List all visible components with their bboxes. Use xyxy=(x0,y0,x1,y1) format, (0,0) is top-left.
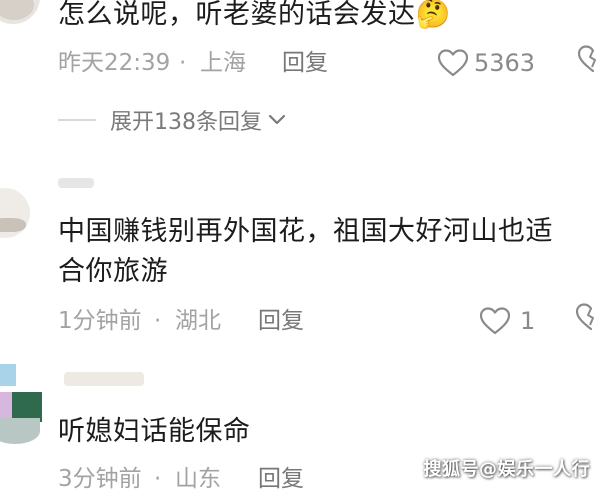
comment-text: 听媳妇话能保命 xyxy=(58,416,251,447)
reply-button[interactable]: 回复 xyxy=(258,461,304,497)
divider xyxy=(58,119,96,121)
dislike-heart-icon[interactable] xyxy=(575,303,602,342)
comment-time: 昨天22:39 xyxy=(58,50,171,76)
like-button[interactable]: 1 xyxy=(480,303,535,339)
comment-meta: 昨天22:39 · 上海 回复 5363 xyxy=(58,45,602,81)
comment-text: 怎么说呢，听老婆的话会发达🤔 xyxy=(58,0,451,35)
watermark: 搜狐号@娱乐一人行 xyxy=(423,459,590,480)
expand-replies-label: 展开138条回复 xyxy=(110,110,262,135)
reply-button[interactable]: 回复 xyxy=(282,45,328,81)
meta-separator: · xyxy=(179,50,187,76)
reply-button[interactable]: 回复 xyxy=(258,303,304,339)
comment-location: 山东 xyxy=(175,466,221,492)
comment-location: 上海 xyxy=(200,50,246,76)
like-count: 5363 xyxy=(474,49,536,77)
avatar[interactable] xyxy=(0,364,46,444)
avatar[interactable] xyxy=(0,0,40,24)
like-count: 1 xyxy=(520,307,536,335)
username-blurred[interactable] xyxy=(64,372,144,386)
expand-replies-button[interactable]: 展开138条回复 xyxy=(58,103,286,137)
comment-item: 中国赚钱别再外国花，祖国大好河山也适 合你旅游 1分钟前 · 湖北 回复 1 xyxy=(0,170,602,350)
thinking-face-emoji: 🤔 xyxy=(415,0,451,30)
meta-separator: · xyxy=(154,466,162,492)
comment-meta: 1分钟前 · 湖北 回复 1 xyxy=(58,303,602,339)
like-button[interactable]: 5363 xyxy=(438,45,535,81)
meta-separator: · xyxy=(154,308,162,334)
comment-text: 中国赚钱别再外国花，祖国大好河山也适 合你旅游 xyxy=(58,216,553,287)
comment-location: 湖北 xyxy=(175,308,221,334)
comment-time: 1分钟前 xyxy=(58,308,142,334)
heart-outline-icon xyxy=(480,307,510,335)
dislike-heart-icon[interactable] xyxy=(577,45,602,84)
comment-time: 3分钟前 xyxy=(58,466,142,492)
username-blurred[interactable] xyxy=(58,178,94,188)
chevron-down-icon xyxy=(268,111,286,130)
avatar[interactable] xyxy=(0,188,30,238)
heart-outline-icon xyxy=(438,49,468,77)
